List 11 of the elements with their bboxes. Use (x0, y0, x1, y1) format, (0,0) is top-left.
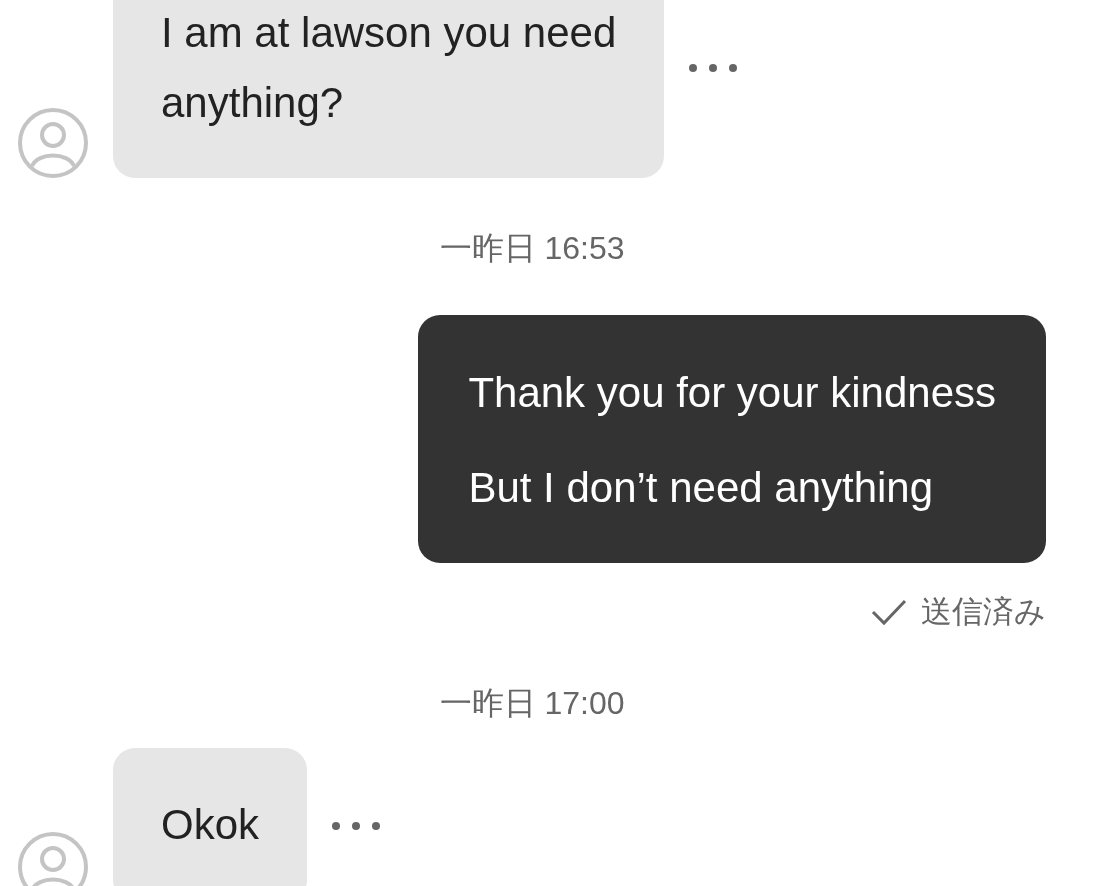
message-bubble: I am at lawson you need anything? (113, 0, 665, 178)
message-bubble: Thank you for your kindness But I don’t need anything (418, 315, 1046, 563)
avatar-icon (18, 108, 88, 178)
timestamp: 一昨日 17:00 (439, 684, 625, 723)
check-icon (871, 598, 907, 626)
message-bubble: Okok (113, 748, 308, 886)
avatar-icon (18, 832, 88, 886)
more-options-icon[interactable] (688, 62, 739, 74)
timestamp: 一昨日 16:53 (439, 229, 625, 268)
more-options-icon[interactable] (331, 820, 382, 832)
sent-status: 送信済み (921, 593, 1046, 631)
